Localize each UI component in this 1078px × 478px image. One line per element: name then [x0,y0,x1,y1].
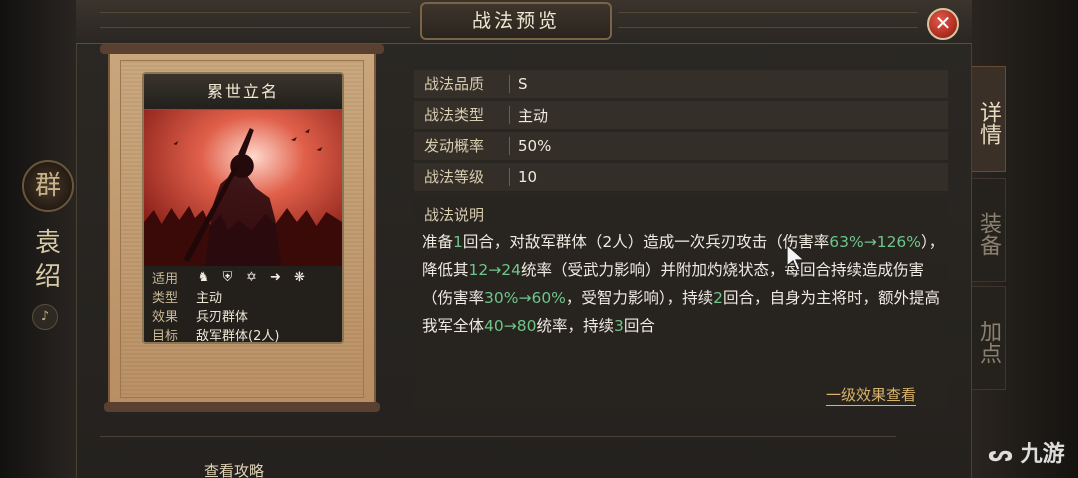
skill-card-meta: 适用 ♞ ⛨ ✡ ➜ ❋ 类型 主动 效果 兵刃群体 目标 敌军群体(2人) [144,266,342,344]
divider [100,436,896,437]
desc-highlight: 40→80 [484,317,537,335]
skill-card: 累世立名 适用 ♞ ⛨ ✡ ➜ ❋ 类型 主动 效果 兵刃群体 目标 敌军群体(… [142,72,344,344]
info-value: 主动 [518,106,549,125]
desc-segment: ，受智力影响），持续 [565,289,714,307]
desc-segment: 准备 [422,233,454,251]
desc-highlight: 12→24 [468,261,521,279]
info-row-quality: 战法品质 S [414,70,948,98]
meta-key: 目标 [152,329,179,344]
description-label: 战法说明 [424,206,485,224]
hero-name: 袁 绍 [30,226,66,294]
desc-segment: 回合 [623,317,655,335]
meta-value: 兵刃群体 [196,310,249,325]
view-guide-link[interactable]: 查看攻略 [204,460,264,478]
info-key: 战法类型 [414,106,510,124]
faction-seal: 群 [22,160,74,212]
header-ornament [100,12,410,28]
meta-key: 类型 [152,291,179,306]
desc-segment: 统率，持续 [536,317,614,335]
wheel-icon: ❋ [294,270,305,285]
meta-value: 主动 [196,291,223,306]
desc-segment: 回合，对敌军群体（2人）造成一次兵刃攻击（伤害率 [462,233,830,251]
meta-row-type: 类型 主动 [152,287,334,306]
desc-highlight: 2 [713,289,724,307]
watermark-logo-icon: ᔕ [988,442,1013,467]
speaker-icon[interactable]: ♪ [32,304,58,330]
info-key: 发动概率 [414,137,510,155]
hero-name-char: 袁 [34,228,61,258]
info-value: 10 [518,168,538,186]
applicable-troops: ♞ ⛨ ✡ ➜ ❋ [196,270,307,285]
meta-value: 敌军群体(2人) [196,329,280,344]
scroll-rod [100,44,384,54]
meta-row-effect: 效果 兵刃群体 [152,306,334,325]
meta-row-target: 目标 敌军群体(2人) [152,325,334,344]
description-text: 准备1回合，对敌军群体（2人）造成一次兵刃攻击（伤害率63%→126%），降低其… [422,228,946,340]
desc-highlight: 1 [453,233,463,251]
tab-equipment[interactable]: 装备 [968,178,1006,282]
desc-highlight: 3 [613,317,624,335]
scroll-rod [104,402,380,412]
watermark-text: 九游 [1020,442,1065,467]
skill-artwork [144,110,342,266]
desc-highlight: 63%→126% [829,233,922,251]
meta-key: 效果 [152,310,179,325]
desc-highlight: 30%→60% [484,289,566,307]
hero-name-char: 绍 [34,262,61,292]
info-row-level: 战法等级 10 [414,163,948,191]
header-ornament [618,12,918,28]
info-row-probability: 发动概率 50% [414,132,948,160]
info-key: 战法品质 [414,75,510,93]
info-row-type: 战法类型 主动 [414,101,948,129]
meta-row-applies: 适用 ♞ ⛨ ✡ ➜ ❋ [152,268,334,287]
bow-icon: ✡ [246,270,257,285]
shield-icon: ⛨ [222,270,233,285]
level-effect-link[interactable]: 一级效果查看 [826,384,917,406]
tab-add-points[interactable]: 加点 [968,286,1006,390]
watermark: ᔕ 九游 [988,436,1065,468]
tab-details[interactable]: 详情 [968,66,1006,172]
spear-icon: ➜ [270,270,281,285]
info-key: 战法等级 [414,168,510,186]
info-value: 50% [518,137,552,155]
skill-name: 累世立名 [144,74,342,110]
mouse-cursor-icon [786,244,806,271]
close-button[interactable]: ✕ [927,8,959,40]
cavalry-icon: ♞ [197,270,210,285]
panel-title: 战法预览 [420,2,612,40]
meta-key: 适用 [152,272,179,287]
info-value: S [518,75,528,93]
